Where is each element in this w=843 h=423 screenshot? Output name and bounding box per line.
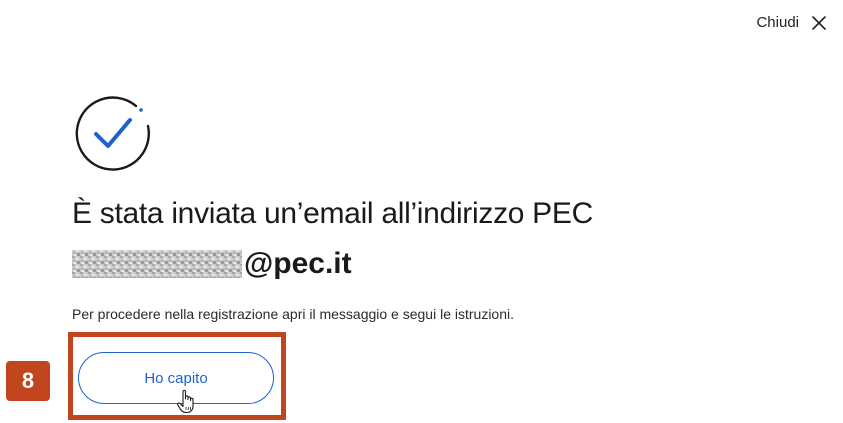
page-title: È stata inviata un’email all’indirizzo P… [72, 197, 593, 230]
close-icon [812, 15, 826, 30]
pec-confirmation-page: Chiudi È stata inviata un’email all’indi… [0, 0, 843, 423]
redacted-email-user [72, 250, 242, 278]
step-number-badge: 8 [6, 361, 50, 401]
check-circle-icon [75, 96, 150, 171]
close-label: Chiudi [756, 14, 799, 31]
instructions-text: Per procedere nella registrazione apri i… [72, 306, 515, 322]
close-button[interactable]: Chiudi [756, 14, 827, 31]
pec-email-address: @pec.it [72, 244, 352, 284]
hand-pointer-icon [177, 389, 194, 414]
email-domain: @pec.it [244, 247, 352, 280]
